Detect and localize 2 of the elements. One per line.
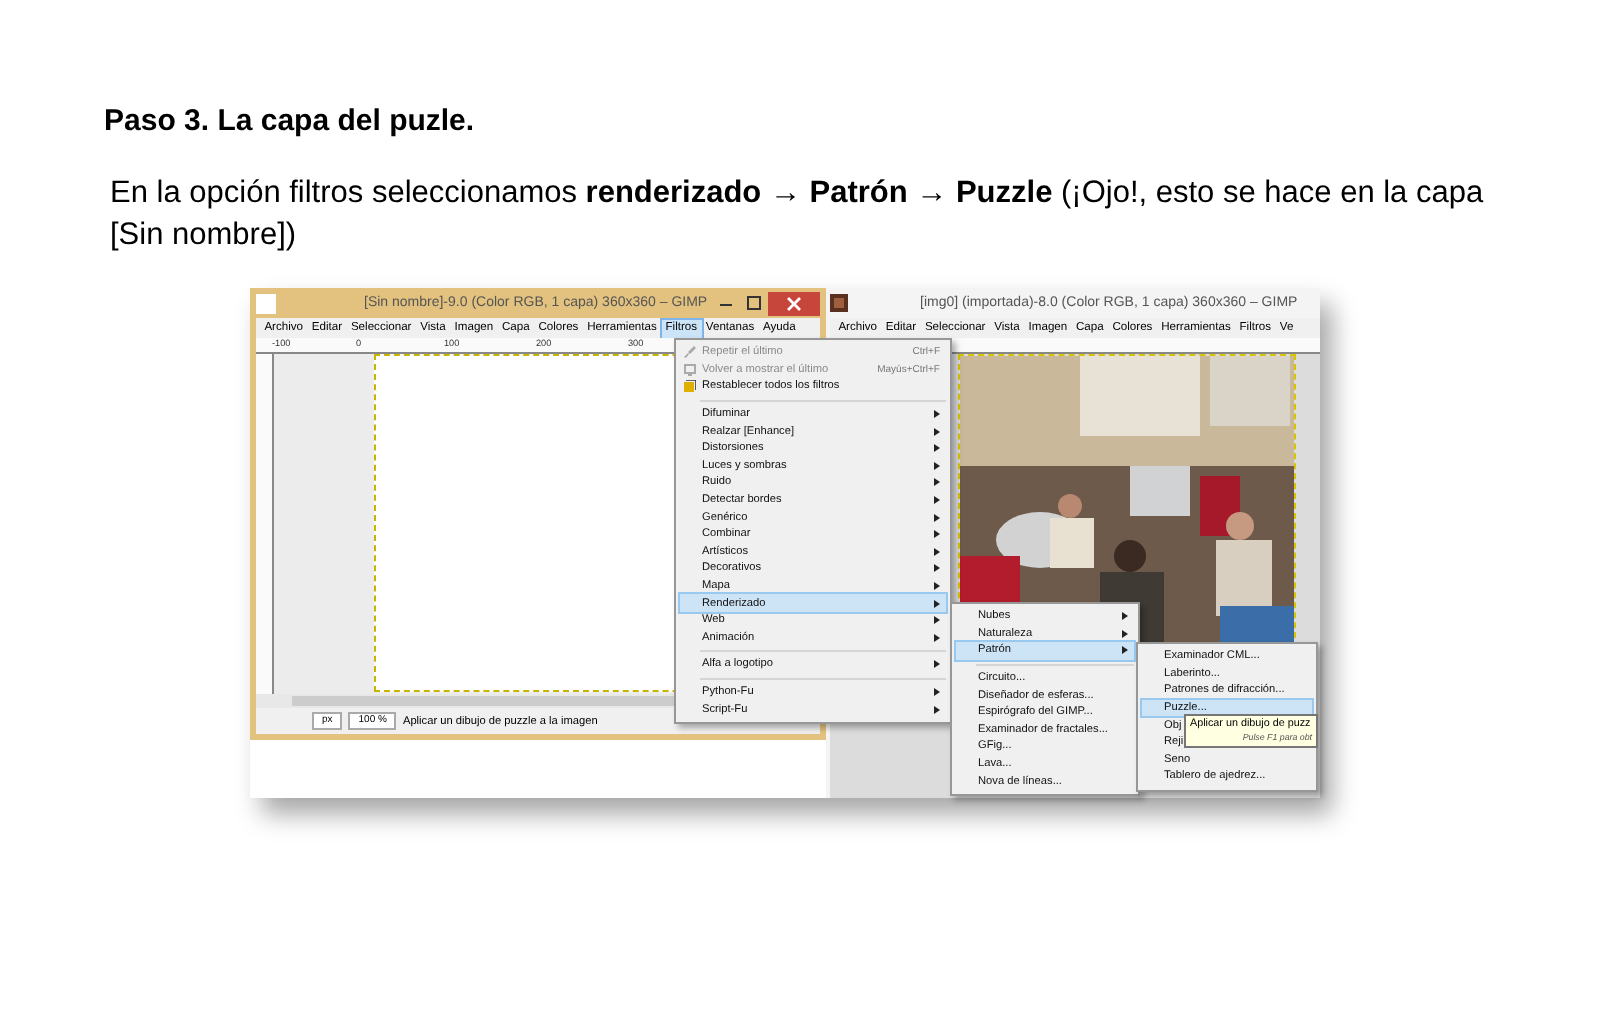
instruction-text: En la opción filtros seleccionamos renderizado → Patrón → Puzzle (¡Ojo!, esto se hace en la capa [Sin nombre]) xyxy=(110,174,1486,256)
step-heading: Paso 3. La capa del puzle. xyxy=(102,102,477,142)
